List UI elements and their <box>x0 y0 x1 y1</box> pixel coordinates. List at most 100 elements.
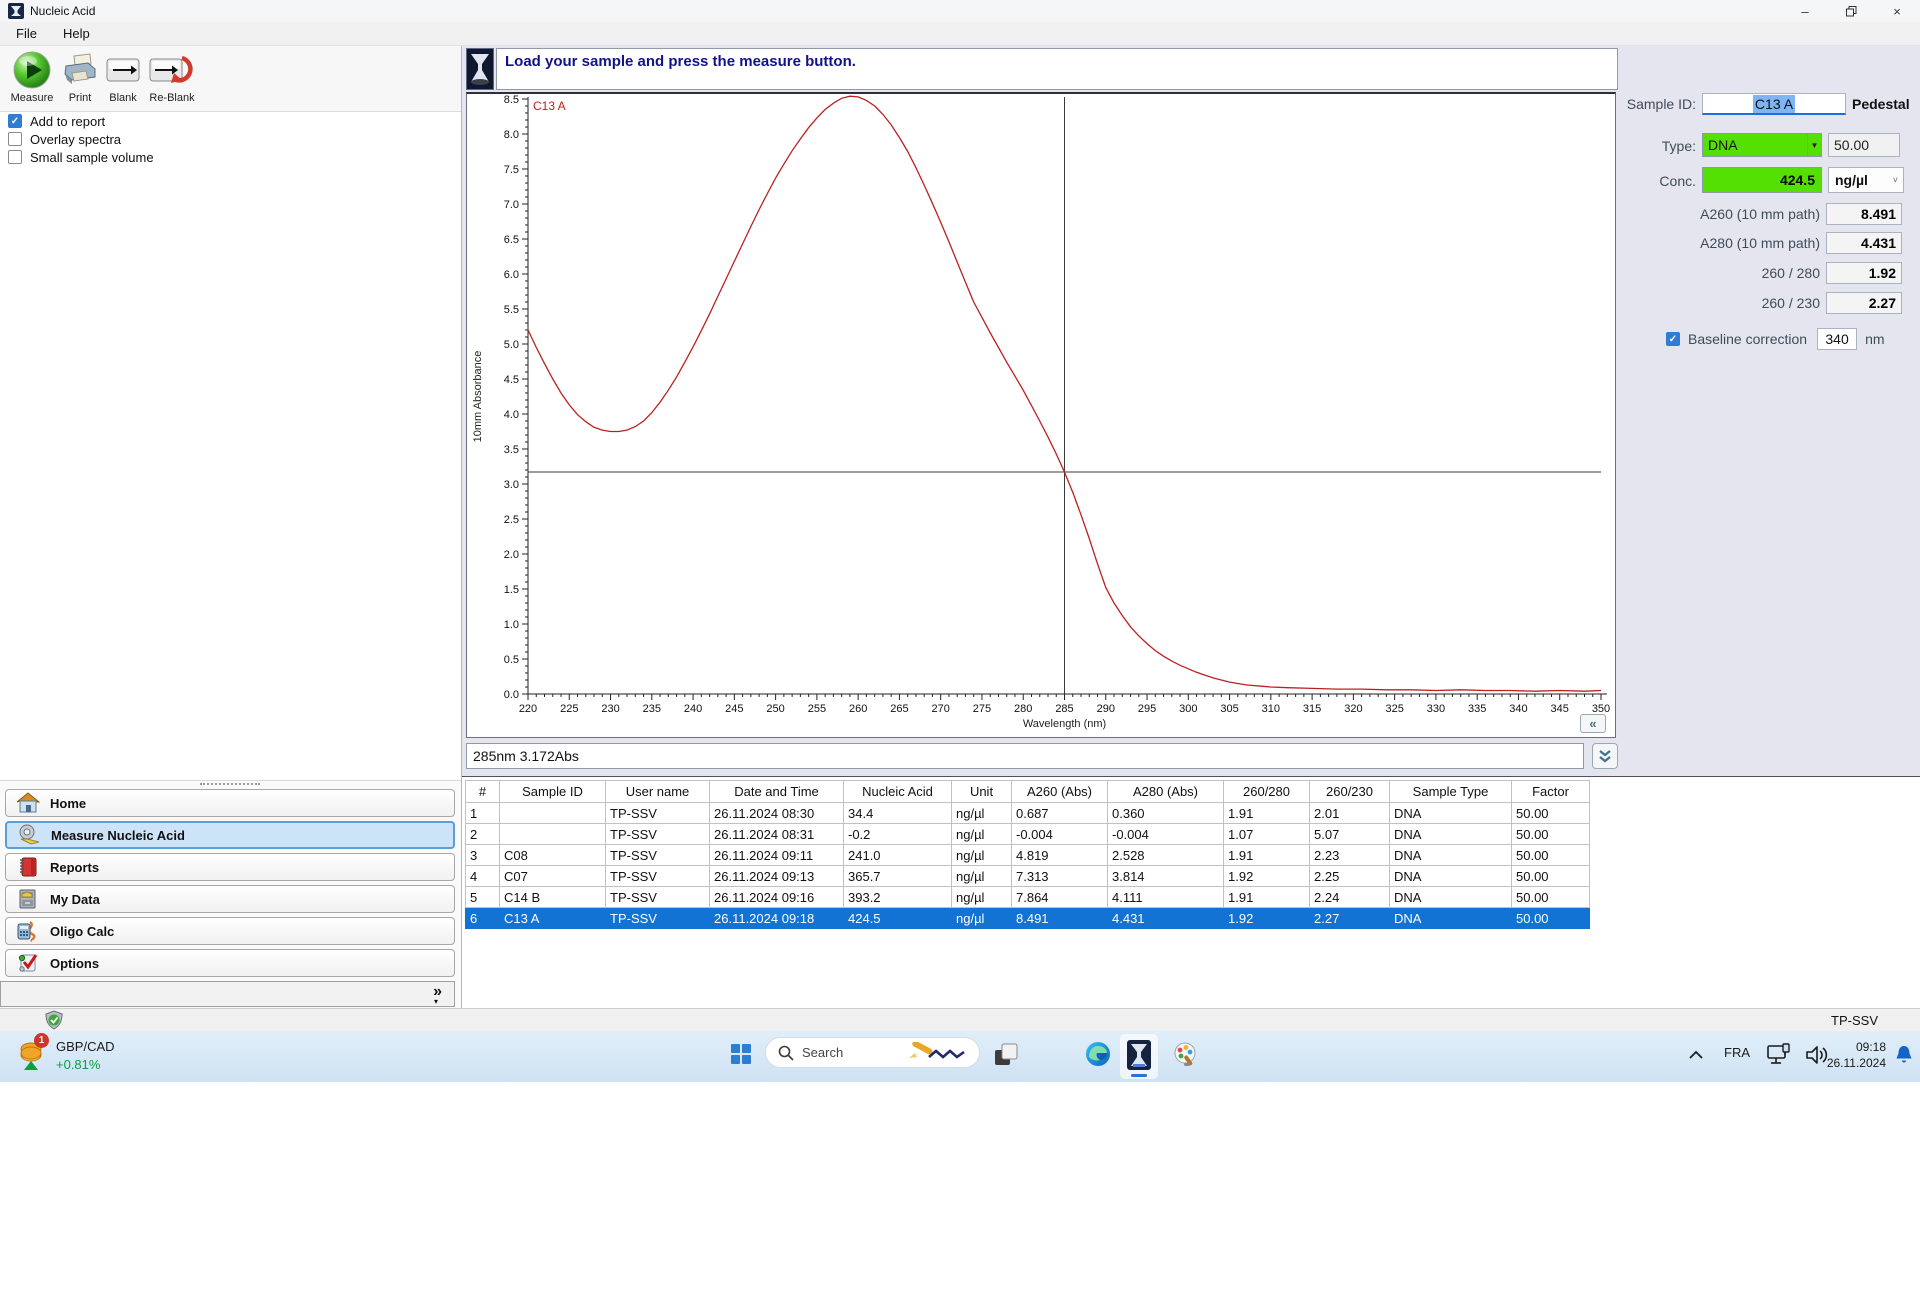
table-cell: 2.24 <box>1309 886 1390 908</box>
sidebar-item-options[interactable]: Options <box>5 949 455 977</box>
minimize-button[interactable]: – <box>1782 0 1828 22</box>
print-button[interactable]: Print <box>60 49 100 109</box>
svg-text:6.5: 6.5 <box>504 234 519 246</box>
svg-text:2.5: 2.5 <box>504 514 519 526</box>
svg-text:245: 245 <box>725 703 743 715</box>
paint-app-button[interactable] <box>1172 1041 1198 1067</box>
svg-text:Wavelength (nm): Wavelength (nm) <box>1023 718 1106 730</box>
reblank-icon <box>149 55 193 83</box>
sidebar-item-my-data[interactable]: My Data <box>5 885 455 913</box>
chart-collapse-button[interactable]: « <box>1580 714 1606 733</box>
column-header[interactable]: 260/230 <box>1309 780 1390 803</box>
table-cell: 393.2 <box>843 886 952 908</box>
table-row[interactable]: 2 TP-SSV 26.11.2024 08:31 -0.2 ng/µl -0.004 -0… <box>465 823 1590 845</box>
checkbox-checked-icon: ✓ <box>8 114 22 128</box>
clock-date[interactable]: 09:18 26.11.2024 <box>1800 1039 1886 1071</box>
sidebar-item-reports[interactable]: Reports <box>5 853 455 881</box>
sidebar-collapse-bar[interactable]: » ▾ <box>0 981 455 1007</box>
unit-dropdown[interactable]: ng/µl ˅ <box>1828 167 1904 193</box>
table-row[interactable]: 3 C08 TP-SSV 26.11.2024 09:11 241.0 ng/µl 4.81… <box>465 844 1590 866</box>
table-cell: -0.004 <box>1011 823 1108 845</box>
currency-pair-label: GBP/CAD <box>56 1039 115 1054</box>
table-cell: ng/µl <box>951 865 1012 887</box>
network-icon[interactable] <box>1766 1043 1792 1072</box>
column-header[interactable]: Factor <box>1511 780 1590 803</box>
svg-text:235: 235 <box>643 703 661 715</box>
nucleic-acid-app-button[interactable] <box>1120 1034 1158 1079</box>
edge-browser-button[interactable] <box>1085 1041 1111 1067</box>
svg-text:300: 300 <box>1179 703 1197 715</box>
svg-text:10mm Absorbance: 10mm Absorbance <box>472 351 484 443</box>
table-row[interactable]: 6 C13 A TP-SSV 26.11.2024 09:18 424.5 ng/µl 8.… <box>465 907 1590 929</box>
menu-help[interactable]: Help <box>53 26 100 41</box>
svg-text:230: 230 <box>601 703 619 715</box>
sidebar-item-oligo-calc[interactable]: Oligo Calc <box>5 917 455 945</box>
splitter-handle[interactable] <box>200 783 260 785</box>
dropdown-chevron-icon: ˅ <box>1892 175 1898 185</box>
column-header[interactable]: A260 (Abs) <box>1011 780 1108 803</box>
table-cell: 4.111 <box>1107 886 1224 908</box>
notification-bell-icon[interactable] <box>1894 1044 1914 1071</box>
panel-collapse-button[interactable] <box>1592 743 1618 769</box>
table-cell: TP-SSV <box>605 844 710 866</box>
sidebar-item-measure-nucleic-acid[interactable]: Measure Nucleic Acid <box>5 821 455 849</box>
language-indicator[interactable]: FRA <box>1724 1045 1750 1060</box>
taskbar: 1 GBP/CAD +0.81% Search FRA 09:18 26.11.… <box>0 1031 1920 1082</box>
table-row[interactable]: 4 C07 TP-SSV 26.11.2024 09:13 365.7 ng/µl 7.31… <box>465 865 1590 887</box>
instrument-icon <box>466 48 494 90</box>
table-cell: ng/µl <box>951 823 1012 845</box>
table-row[interactable]: 1 TP-SSV 26.11.2024 08:30 34.4 ng/µl 0.687 0.3… <box>465 802 1590 824</box>
svg-text:3.0: 3.0 <box>504 479 519 491</box>
column-header[interactable]: User name <box>605 780 710 803</box>
type-dropdown[interactable]: DNA ▼ <box>1702 133 1822 157</box>
table-cell: 2.27 <box>1309 907 1390 929</box>
reblank-button[interactable]: Re-Blank <box>146 49 198 109</box>
close-button[interactable]: × <box>1874 0 1920 22</box>
sidebar-item-home[interactable]: Home <box>5 789 455 817</box>
baseline-wavelength-field[interactable]: 340 <box>1817 328 1858 350</box>
tray-expand-chevron[interactable] <box>1688 1047 1704 1065</box>
table-cell: DNA <box>1389 802 1512 824</box>
column-header[interactable]: Unit <box>951 780 1012 803</box>
start-button[interactable] <box>729 1042 753 1066</box>
svg-text:6.0: 6.0 <box>504 269 519 281</box>
svg-text:8.5: 8.5 <box>504 94 519 106</box>
svg-text:260: 260 <box>849 703 867 715</box>
table-cell: 241.0 <box>843 844 952 866</box>
add-to-report-checkbox[interactable]: ✓ Add to report <box>8 113 105 129</box>
weather-widget[interactable]: 1 GBP/CAD +0.81% <box>16 1033 236 1080</box>
oligo-calculator-icon <box>15 919 41 943</box>
table-cell: 8.491 <box>1011 907 1108 929</box>
column-header[interactable]: Sample ID <box>499 780 606 803</box>
taskbar-search[interactable]: Search <box>765 1037 980 1068</box>
measure-tape-icon <box>16 823 42 847</box>
column-header[interactable]: Nucleic Acid <box>843 780 952 803</box>
restore-button[interactable] <box>1828 0 1874 22</box>
a260-label: A260 (10 mm path) <box>1700 206 1820 222</box>
ratio-260-230-label: 260 / 230 <box>1761 295 1820 311</box>
baseline-checkbox[interactable]: ✓ <box>1666 332 1680 346</box>
menu-file[interactable]: File <box>6 26 47 41</box>
column-header[interactable]: # <box>465 780 500 803</box>
spectrum-plot: 220 225 230 235 240 245 250 255 260 265 270 275 280 2… <box>472 94 1610 730</box>
paint-palette-icon <box>1174 1042 1196 1066</box>
conc-label: Conc. <box>1659 173 1696 189</box>
column-header[interactable]: A280 (Abs) <box>1107 780 1224 803</box>
table-row[interactable]: 5 C14 B TP-SSV 26.11.2024 09:16 393.2 ng/µl 7.… <box>465 886 1590 908</box>
column-header[interactable]: Date and Time <box>709 780 844 803</box>
sample-id-input[interactable]: C13 A <box>1702 93 1846 115</box>
table-cell: 1.92 <box>1223 865 1310 887</box>
spectrum-chart[interactable]: 220 225 230 235 240 245 250 255 260 265 270 275 280 2… <box>466 92 1616 738</box>
column-header[interactable]: 260/280 <box>1223 780 1310 803</box>
task-view-button[interactable] <box>993 1042 1019 1068</box>
table-cell: 26.11.2024 09:13 <box>709 865 844 887</box>
column-header[interactable]: Sample Type <box>1389 780 1512 803</box>
overlay-spectra-checkbox[interactable]: Overlay spectra <box>8 131 121 147</box>
blank-button[interactable]: Blank <box>103 49 143 109</box>
factor-field[interactable]: 50.00 <box>1828 133 1900 157</box>
svg-text:315: 315 <box>1303 703 1321 715</box>
measurements-table[interactable]: # Sample ID User name Date and Time Nucleic … <box>465 780 1590 929</box>
measure-button[interactable]: Measure <box>6 49 58 109</box>
small-sample-volume-checkbox[interactable]: Small sample volume <box>8 149 154 165</box>
search-highlights-pen-icon <box>909 1041 965 1059</box>
